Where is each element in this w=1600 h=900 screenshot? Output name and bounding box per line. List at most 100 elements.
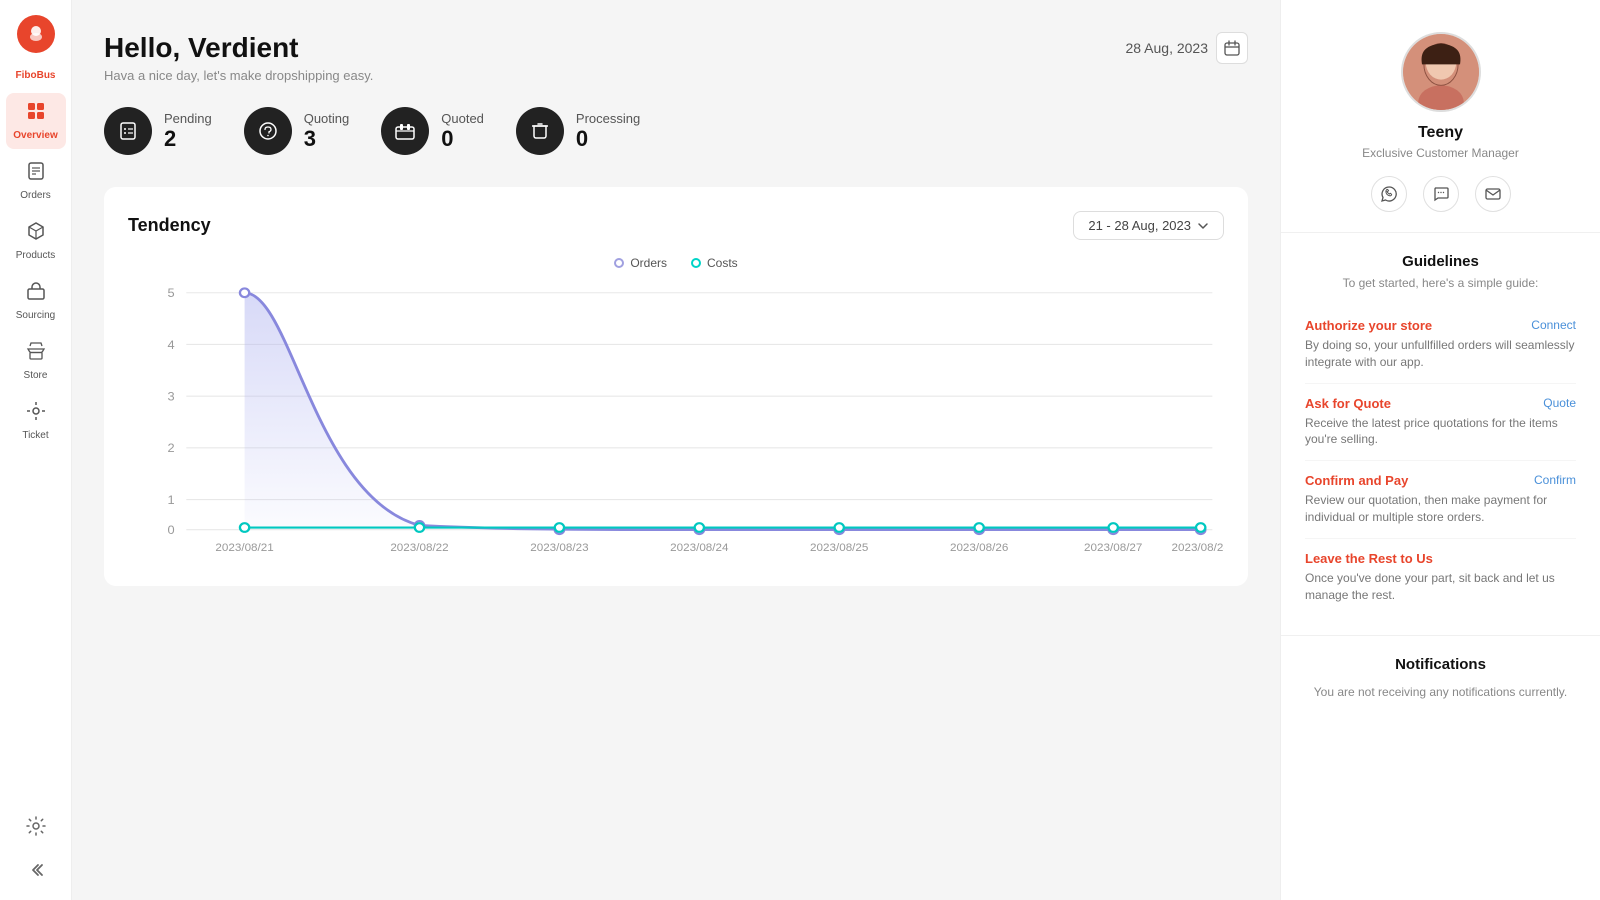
calendar-button[interactable] (1216, 32, 1248, 64)
guidelines-section: Guidelines To get started, here's a simp… (1281, 233, 1600, 636)
confirm-action-link[interactable]: Confirm (1534, 473, 1576, 487)
ticket-icon (26, 401, 46, 427)
guideline-leave-header: Leave the Rest to Us (1305, 551, 1576, 566)
email-button[interactable] (1475, 176, 1511, 212)
svg-text:2023/08/21: 2023/08/21 (215, 543, 273, 555)
legend-costs: Costs (691, 256, 738, 270)
stat-processing: Processing 0 (516, 107, 640, 155)
current-date: 28 Aug, 2023 (1125, 40, 1208, 56)
stat-quoting: Quoting 3 (244, 107, 350, 155)
guideline-confirm-desc: Review our quotation, then make payment … (1305, 492, 1576, 526)
notifications-section: Notifications You are not receiving any … (1281, 636, 1600, 719)
tendency-section: Tendency 21 - 28 Aug, 2023 Orders Costs (104, 187, 1248, 586)
guideline-leave: Leave the Rest to Us Once you've done yo… (1305, 539, 1576, 616)
logo[interactable] (14, 12, 58, 56)
settings-button[interactable] (18, 808, 54, 844)
guideline-leave-desc: Once you've done your part, sit back and… (1305, 570, 1576, 604)
orders-icon (26, 161, 46, 187)
collapse-button[interactable] (18, 852, 54, 888)
quoting-label: Quoting (304, 111, 350, 126)
quote-action-link[interactable]: Quote (1543, 396, 1576, 410)
tendency-title: Tendency (128, 215, 211, 236)
logo-icon (17, 15, 55, 53)
guideline-authorize-header: Authorize your store Connect (1305, 318, 1576, 333)
ticket-label: Ticket (22, 430, 48, 441)
manager-title: Exclusive Customer Manager (1362, 146, 1519, 160)
manager-section: Teeny Exclusive Customer Manager (1281, 0, 1600, 233)
chart-area: 5 4 3 2 1 0 (128, 282, 1224, 562)
store-icon (26, 341, 46, 367)
svg-text:2023/08/25: 2023/08/25 (810, 543, 868, 555)
svg-text:2023/08/28: 2023/08/28 (1172, 543, 1224, 555)
stat-pending: Pending 2 (104, 107, 212, 155)
sidebar-bottom (18, 808, 54, 888)
svg-text:2023/08/22: 2023/08/22 (390, 543, 448, 555)
store-label: Store (24, 370, 48, 381)
costs-legend-label: Costs (707, 256, 738, 270)
notifications-empty: You are not receiving any notifications … (1305, 685, 1576, 699)
quoted-value: 0 (441, 126, 484, 152)
quoting-icon (244, 107, 292, 155)
greeting-section: Hello, Verdient Hava a nice day, let's m… (104, 32, 373, 83)
guideline-quote: Ask for Quote Quote Receive the latest p… (1305, 384, 1576, 462)
guideline-authorize: Authorize your store Connect By doing so… (1305, 306, 1576, 384)
guideline-quote-desc: Receive the latest price quotations for … (1305, 415, 1576, 449)
quoted-icon (381, 107, 429, 155)
svg-text:2023/08/26: 2023/08/26 (950, 543, 1008, 555)
products-icon (26, 221, 46, 247)
authorize-action-link[interactable]: Connect (1531, 318, 1576, 332)
orders-legend-dot (614, 258, 624, 268)
orders-label: Orders (20, 190, 51, 201)
svg-text:2: 2 (168, 442, 175, 455)
guideline-leave-title: Leave the Rest to Us (1305, 551, 1433, 566)
pending-icon (104, 107, 152, 155)
svg-text:0: 0 (168, 523, 175, 536)
legend-orders: Orders (614, 256, 667, 270)
date-display: 28 Aug, 2023 (1125, 32, 1248, 64)
svg-text:2023/08/27: 2023/08/27 (1084, 543, 1142, 555)
page-title: Hello, Verdient (104, 32, 373, 64)
quoted-label: Quoted (441, 111, 484, 126)
date-range-button[interactable]: 21 - 28 Aug, 2023 (1073, 211, 1224, 240)
products-label: Products (16, 250, 55, 261)
guideline-confirm: Confirm and Pay Confirm Review our quota… (1305, 461, 1576, 539)
guideline-authorize-desc: By doing so, your unfullfilled orders wi… (1305, 337, 1576, 371)
processing-value: 0 (576, 126, 640, 152)
whatsapp-button[interactable] (1371, 176, 1407, 212)
sidebar: FiboBus Overview Orders (0, 0, 72, 900)
costs-legend-dot (691, 258, 701, 268)
orders-legend-label: Orders (630, 256, 667, 270)
notifications-title: Notifications (1305, 656, 1576, 673)
sourcing-label: Sourcing (16, 310, 55, 321)
sidebar-item-store[interactable]: Store (6, 333, 66, 389)
sidebar-item-products[interactable]: Products (6, 213, 66, 269)
page-header: Hello, Verdient Hava a nice day, let's m… (104, 32, 1248, 83)
guidelines-title: Guidelines (1305, 253, 1576, 270)
overview-label: Overview (13, 130, 57, 141)
processing-icon (516, 107, 564, 155)
greeting-subtitle: Hava a nice day, let's make dropshipping… (104, 68, 373, 83)
sidebar-item-ticket[interactable]: Ticket (6, 393, 66, 449)
guideline-quote-title: Ask for Quote (1305, 396, 1391, 411)
sidebar-item-sourcing[interactable]: Sourcing (6, 273, 66, 329)
tendency-chart: 5 4 3 2 1 0 (128, 282, 1224, 562)
brand-name: FiboBus (16, 70, 56, 81)
pending-info: Pending 2 (164, 111, 212, 152)
svg-text:3: 3 (168, 390, 175, 403)
svg-text:5: 5 (168, 287, 175, 300)
guideline-authorize-title: Authorize your store (1305, 318, 1432, 333)
sidebar-item-overview[interactable]: Overview (6, 93, 66, 149)
stat-quoted: Quoted 0 (381, 107, 484, 155)
main-content: Hello, Verdient Hava a nice day, let's m… (72, 0, 1280, 900)
pending-value: 2 (164, 126, 212, 152)
quoting-value: 3 (304, 126, 350, 152)
tendency-header: Tendency 21 - 28 Aug, 2023 (128, 211, 1224, 240)
chat-button[interactable] (1423, 176, 1459, 212)
avatar-image (1403, 34, 1479, 110)
pending-label: Pending (164, 111, 212, 126)
svg-text:1: 1 (168, 493, 175, 506)
date-range-label: 21 - 28 Aug, 2023 (1088, 218, 1191, 233)
guideline-confirm-header: Confirm and Pay Confirm (1305, 473, 1576, 488)
sidebar-item-orders[interactable]: Orders (6, 153, 66, 209)
overview-icon (26, 101, 46, 127)
